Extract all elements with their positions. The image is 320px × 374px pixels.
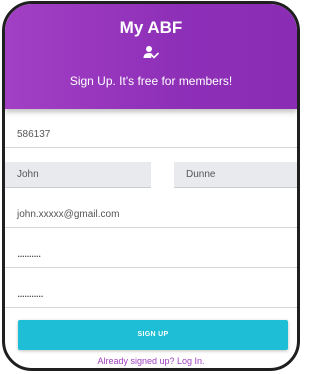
last-name-value: Dunne: [186, 169, 216, 180]
confirm-password-value: ...........: [17, 286, 44, 300]
app-title: My ABF: [119, 18, 183, 37]
signup-button[interactable]: SIGN UP: [18, 320, 288, 350]
confirm-password-field[interactable]: ...........: [5, 282, 297, 308]
email-field[interactable]: john.xxxxx@gmail.com: [5, 202, 297, 228]
first-name-field[interactable]: John: [5, 162, 151, 188]
password-value: ..........: [17, 246, 41, 260]
member-id-field[interactable]: 586137: [5, 122, 297, 148]
password-field[interactable]: ..........: [5, 242, 297, 268]
signup-subtitle: Sign Up. It's free for members!: [69, 74, 233, 88]
first-name-value: John: [17, 169, 39, 180]
phone-frame: My ABF Sign Up. It's free for members! 5…: [2, 1, 300, 371]
last-name-field[interactable]: Dunne: [174, 162, 297, 188]
email-value: john.xxxxx@gmail.com: [17, 209, 120, 220]
user-check-icon: [143, 46, 159, 59]
app-header: My ABF Sign Up. It's free for members!: [5, 4, 297, 109]
member-id-value: 586137: [17, 129, 51, 140]
login-link[interactable]: Already signed up? Log In.: [5, 356, 297, 366]
